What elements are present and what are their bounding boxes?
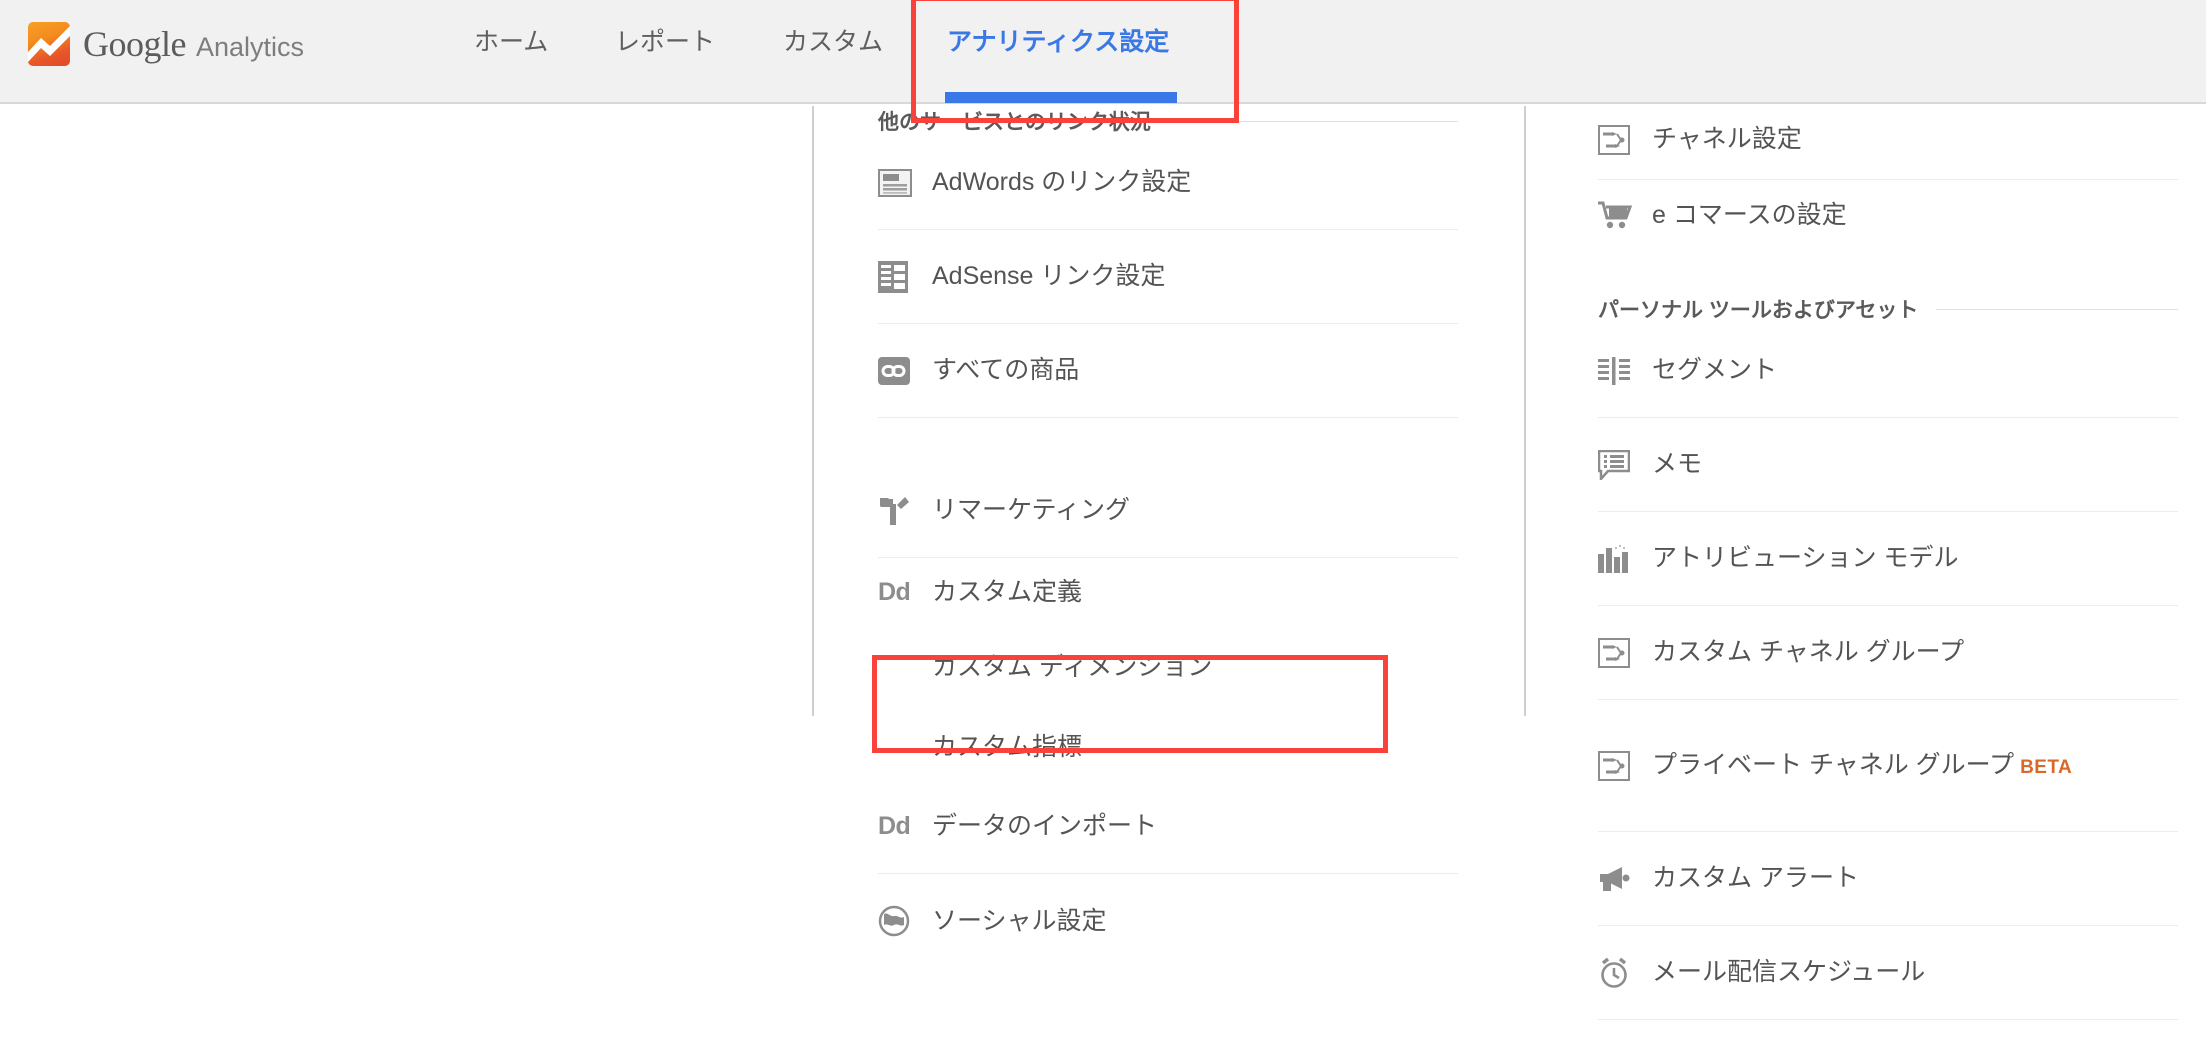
bar-chart-icon [1598,544,1652,574]
menu-item-label: カスタム チャネル グループ [1652,638,1965,667]
logo-analytics-text: Analytics [195,32,305,62]
google-analytics-logo-icon [28,22,70,66]
nav-item-analytics-settings[interactable]: アナリティクス設定 [945,18,1171,62]
nav-item-custom[interactable]: カスタム [781,18,885,62]
menu-item-label: メール配信スケジュール [1652,958,1926,987]
menu-item-custom-dimensions[interactable]: カスタム ディメンション [878,620,1458,714]
menu-item-custom-alerts[interactable]: カスタム アラート [1598,832,2178,926]
channel-settings-icon [1598,750,1652,781]
adsense-table-icon [878,260,932,293]
menu-item-custom-definitions[interactable]: Dd カスタム定義 [878,558,1458,620]
remarketing-branch-icon [878,495,932,527]
menu-item-label: データのインポート [932,812,1158,841]
nav-item-reports[interactable]: レポート [613,18,717,62]
menu-item-label: すべての商品 [932,356,1080,385]
view-settings-column: チャネル設定 e コマースの設定 パーソナル ツールおよびアセット セグメント … [1598,106,2178,1020]
menu-item-label: AdSense リンク設定 [932,262,1166,291]
menu-item-social-settings[interactable]: ソーシャル設定 [878,874,1458,968]
link-chain-icon [878,356,932,385]
menu-item-adwords-linking[interactable]: AdWords のリンク設定 [878,136,1458,230]
logo-google-text: Google [83,24,186,64]
logo-wordmark: Google Analytics [83,23,304,65]
app-header: Google Analytics ホーム レポート カスタム アナリティクス設定 [0,0,2206,104]
menu-item-remarketing[interactable]: リマーケティング [878,464,1458,558]
menu-item-segments[interactable]: セグメント [1598,324,2178,418]
menu-item-label: ソーシャル設定 [932,906,1107,935]
column-divider-left [812,106,814,716]
channel-settings-icon [1598,637,1652,668]
property-settings-column: 他のサービスとのリンク状況 AdWords のリンク設定 AdSense リンク… [878,106,1458,968]
menu-item-label: セグメント [1652,356,1778,385]
column-divider-right [1524,106,1526,716]
annotations-speech-icon [1598,449,1652,480]
menu-item-label: カスタム アラート [1652,864,1859,893]
menu-item-annotations[interactable]: メモ [1598,418,2178,512]
menu-item-label: メモ [1652,450,1703,479]
section-rule [1936,308,2178,310]
segments-icon [1598,356,1652,385]
menu-item-ecommerce-settings[interactable]: e コマースの設定 [1598,180,2178,250]
section-header-service-links: 他のサービスとのリンク状況 [878,106,1458,136]
menu-item-adsense-linking[interactable]: AdSense リンク設定 [878,230,1458,324]
dd-icon: Dd [878,577,911,606]
menu-item-channel-settings[interactable]: チャネル設定 [1598,106,2178,180]
dd-icon: Dd [878,812,911,840]
megaphone-icon [1598,865,1652,893]
menu-item-custom-channel-groupings[interactable]: カスタム チャネル グループ [1598,606,2178,700]
section-rule [1168,120,1458,122]
logo[interactable]: Google Analytics [28,17,304,71]
menu-item-label: リマーケティング [932,496,1131,525]
beta-badge: BETA [2020,757,2073,779]
menu-item-label: チャネル設定 [1652,125,1802,154]
section-header-personal-tools: パーソナル ツールおよびアセット [1598,294,2178,324]
menu-item-label: カスタム定義 [932,577,1083,606]
menu-item-label: カスタム指標 [932,732,1083,761]
nav-item-home[interactable]: ホーム [472,18,550,62]
section-title: パーソナル ツールおよびアセット [1598,299,1919,322]
menu-item-data-import[interactable]: Dd データのインポート [878,780,1458,874]
menu-item-label: AdWords のリンク設定 [932,168,1192,197]
section-title: 他のサービスとのリンク状況 [878,111,1151,134]
active-tab-underline [945,92,1177,103]
channel-settings-icon [1598,124,1652,155]
menu-item-all-products[interactable]: すべての商品 [878,324,1458,418]
shopping-cart-icon [1598,200,1652,230]
menu-item-attribution-models[interactable]: アトリビューション モデル [1598,512,2178,606]
settings-content: 他のサービスとのリンク状況 AdWords のリンク設定 AdSense リンク… [0,106,2206,1060]
menu-item-label: プライベート チャネル グループ [1652,751,2015,780]
menu-item-label-wrapper: プライベート チャネル グループ BETA [1652,748,2072,783]
adwords-card-icon [878,168,932,197]
menu-item-email-schedules[interactable]: メール配信スケジュール [1598,926,2178,1020]
menu-item-private-channel-groupings[interactable]: プライベート チャネル グループ BETA [1598,700,2178,832]
menu-item-label: e コマースの設定 [1652,200,1847,229]
menu-item-label: アトリビューション モデル [1652,544,1959,573]
alarm-clock-icon [1598,957,1652,989]
globe-icon [878,905,932,937]
menu-item-label: カスタム ディメンション [932,652,1213,681]
menu-item-custom-metrics[interactable]: カスタム指標 [878,714,1458,780]
